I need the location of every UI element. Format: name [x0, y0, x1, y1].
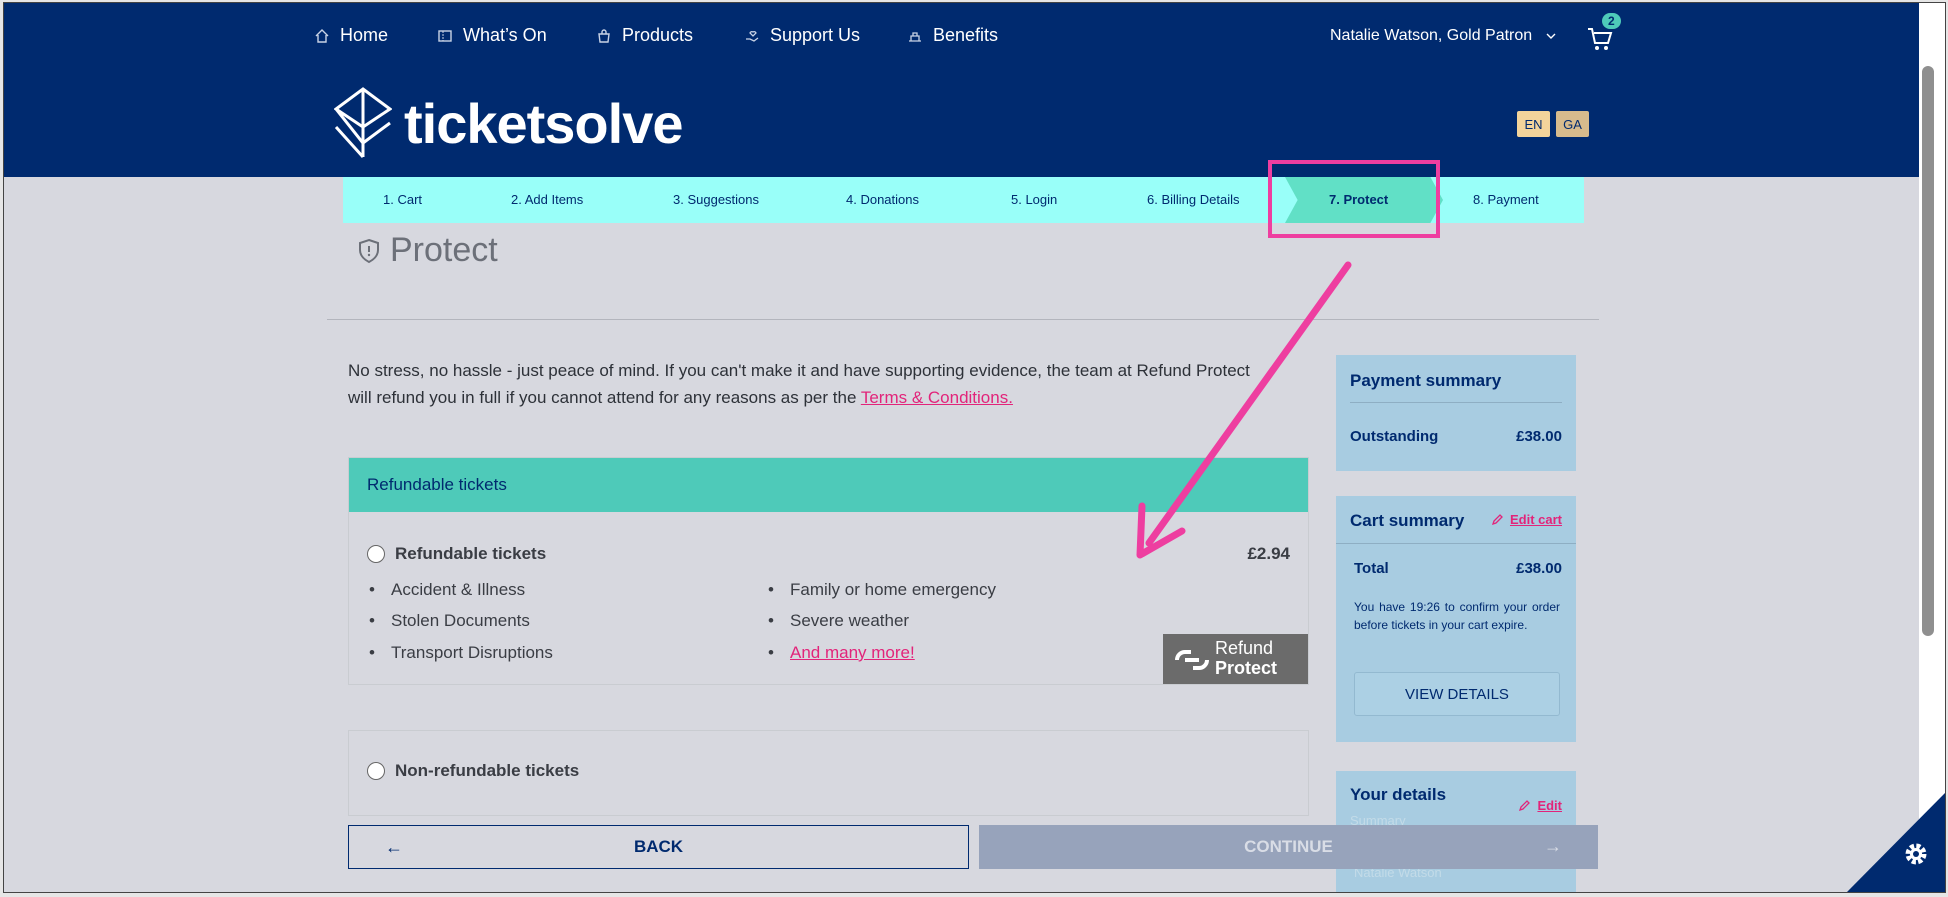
cart-summary-panel: Cart summary Edit cart Total £38.00 You …	[1336, 496, 1576, 742]
refund-protect-logo-line1: Refund	[1215, 638, 1274, 658]
user-name: Natalie Watson, Gold Patron	[1330, 27, 1533, 44]
nav-home-label: Home	[340, 25, 389, 45]
bag-icon	[598, 28, 610, 43]
feature-item: Accident & Illness	[369, 580, 525, 600]
lang-ga-button[interactable]: GA	[1556, 111, 1589, 137]
feature-item: Severe weather	[768, 611, 909, 631]
intro-line-2: will refund you in full if you cannot at…	[348, 388, 857, 407]
cart-total-label: Total	[1354, 560, 1389, 577]
step-suggestions[interactable]: 3. Suggestions	[673, 177, 759, 223]
brand-name: ticketsolve	[404, 91, 683, 155]
cart-timer-text: You have 19:26 to confirm your order bef…	[1354, 600, 1560, 632]
edit-details-label: Edit	[1537, 798, 1562, 813]
your-details-title: Your details	[1350, 785, 1447, 804]
annotation-highlight-box	[1268, 160, 1440, 238]
nav-products-label: Products	[622, 25, 694, 45]
more-features-link[interactable]: And many more!	[790, 643, 915, 662]
edit-cart-label: Edit cart	[1509, 512, 1562, 527]
non-refundable-option-label: Non-refundable tickets	[395, 761, 580, 780]
refundable-option-card: Refundable tickets Refundable tickets £2…	[348, 457, 1309, 685]
cart-total-value: £38.00	[1516, 560, 1562, 577]
gear-icon[interactable]	[1901, 839, 1931, 869]
page-title: Protect	[358, 231, 498, 270]
cart-summary-title: Cart summary	[1350, 511, 1465, 530]
refund-price: £2.94	[1247, 544, 1290, 563]
shield-icon	[359, 238, 379, 263]
page-title-text: Protect	[390, 231, 498, 269]
step-login[interactable]: 5. Login	[1011, 177, 1057, 223]
intro-text: No stress, no hassle - just peace of min…	[348, 357, 1308, 411]
feature-item: Transport Disruptions	[369, 643, 553, 663]
outstanding-label: Outstanding	[1350, 428, 1439, 445]
nav-support-us-label: Support Us	[770, 25, 861, 45]
home-icon	[315, 28, 329, 43]
nav-whats-on[interactable]: What’s On	[437, 25, 547, 46]
outstanding-value: £38.00	[1516, 428, 1562, 445]
non-refundable-radio[interactable]	[367, 762, 385, 780]
arrow-right-icon: →	[1544, 836, 1562, 856]
lang-en-button[interactable]: EN	[1517, 111, 1550, 137]
more-features-item: And many more!	[768, 643, 915, 663]
refund-protect-chain-icon	[1175, 650, 1209, 670]
nav-benefits[interactable]: Benefits	[907, 25, 998, 46]
feature-item: Stolen Documents	[369, 611, 530, 631]
step-billing-details[interactable]: 6. Billing Details	[1147, 177, 1240, 223]
nav-products[interactable]: Products	[596, 25, 693, 46]
user-menu[interactable]: Natalie Watson, Gold Patron	[1330, 27, 1556, 45]
payment-summary-panel: Payment summary Outstanding £38.00	[1336, 355, 1576, 471]
cart-icon[interactable]	[1586, 25, 1614, 53]
pencil-icon	[1491, 514, 1503, 526]
step-cart[interactable]: 1. Cart	[383, 177, 422, 223]
refund-protect-logo-line2: Protect	[1215, 658, 1278, 678]
title-divider	[327, 319, 1599, 320]
back-button[interactable]: ← BACK	[348, 825, 969, 869]
edit-details-link[interactable]: Edit	[1518, 798, 1562, 813]
brand-logo[interactable]: ticketsolve	[334, 87, 683, 159]
non-refundable-option[interactable]: Non-refundable tickets	[367, 761, 579, 781]
view-details-button[interactable]: VIEW DETAILS	[1354, 672, 1560, 716]
payment-summary-title: Payment summary	[1350, 371, 1502, 390]
pencil-icon	[1519, 800, 1531, 812]
nav-home[interactable]: Home	[314, 25, 388, 46]
scrollbar-thumb[interactable]	[1922, 66, 1934, 636]
refundable-header: Refundable tickets	[349, 458, 1308, 512]
payment-summary-separator	[1350, 402, 1562, 403]
benefits-icon	[909, 31, 921, 42]
cart-count-badge: 2	[1602, 13, 1621, 29]
continue-button-label: CONTINUE	[1244, 837, 1333, 856]
back-button-label: BACK	[633, 837, 684, 856]
ticket-icon	[438, 29, 452, 42]
refundable-option-label: Refundable tickets	[395, 544, 547, 563]
step-donations[interactable]: 4. Donations	[846, 177, 919, 223]
step-payment[interactable]: 8. Payment	[1473, 177, 1539, 223]
refundable-option[interactable]: Refundable tickets	[367, 544, 546, 564]
continue-button[interactable]: CONTINUE →	[979, 825, 1598, 869]
nav-benefits-label: Benefits	[933, 25, 999, 45]
refundable-radio[interactable]	[367, 545, 385, 563]
nav-support-us[interactable]: Support Us	[744, 25, 860, 46]
non-refundable-option-card: Non-refundable tickets	[348, 730, 1309, 816]
intro-line-1: No stress, no hassle - just peace of min…	[348, 361, 1250, 380]
cart-summary-separator	[1336, 543, 1576, 544]
hand-heart-icon	[746, 30, 759, 42]
edit-cart-link[interactable]: Edit cart	[1491, 512, 1562, 527]
site-header: Home What’s On Products Support Us Benef…	[4, 3, 1919, 177]
terms-link[interactable]: Terms & Conditions.	[861, 388, 1013, 407]
feature-item: Family or home emergency	[768, 580, 996, 600]
nav-whats-on-label: What’s On	[463, 25, 547, 45]
chevron-down-icon	[1546, 33, 1556, 39]
refund-protect-logo: Refund Protect	[1163, 634, 1308, 684]
ticketsolve-logo-icon	[334, 87, 392, 159]
step-add-items[interactable]: 2. Add Items	[511, 177, 583, 223]
browser-viewport: Home What’s On Products Support Us Benef…	[3, 2, 1946, 893]
